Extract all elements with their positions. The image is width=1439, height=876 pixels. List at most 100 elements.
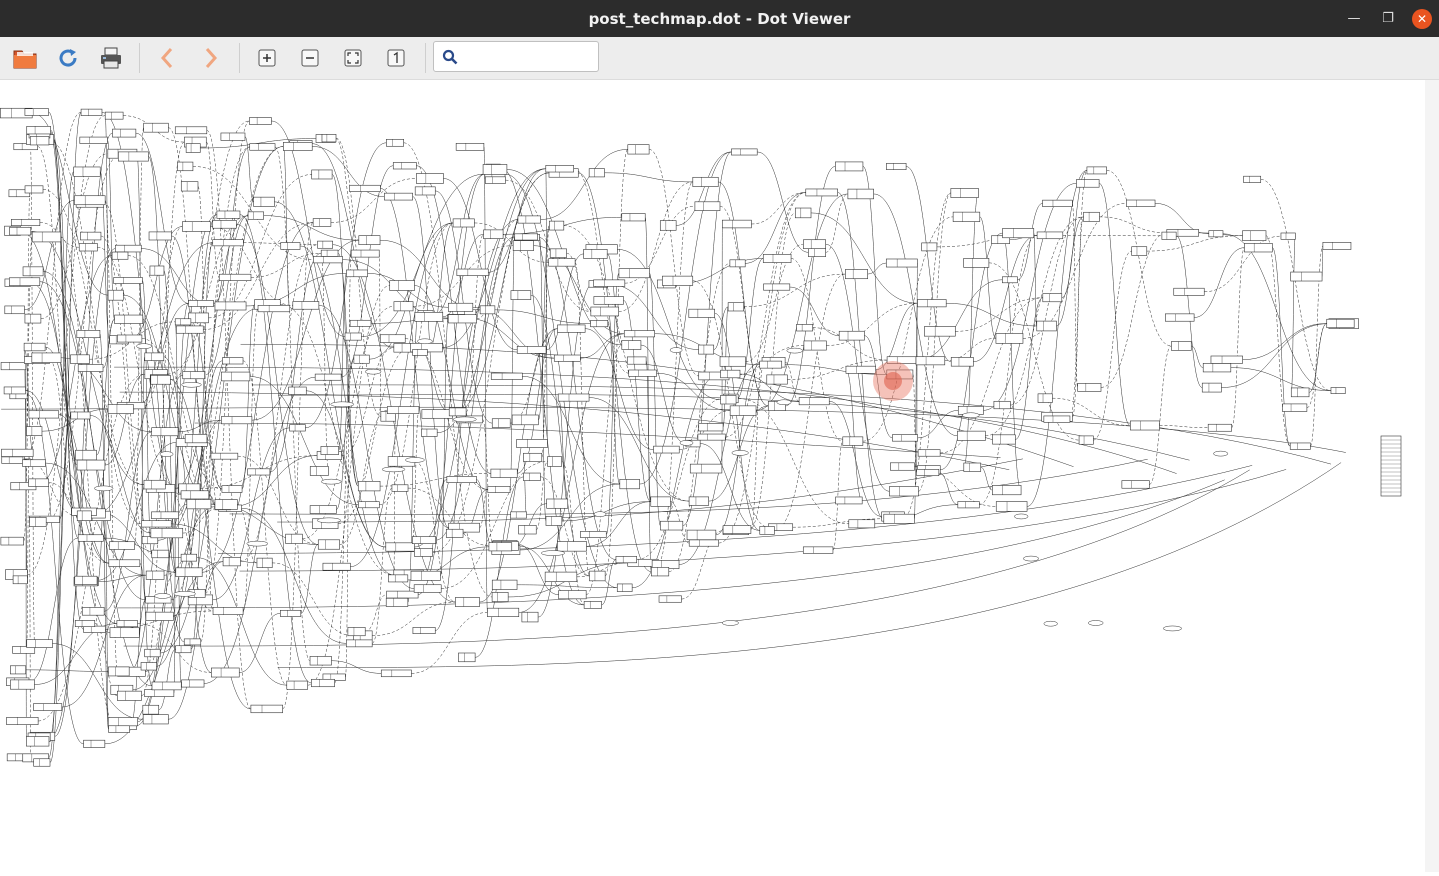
graph-node[interactable] — [257, 558, 272, 568]
graph-node[interactable] — [890, 463, 914, 470]
graph-node[interactable] — [380, 335, 405, 343]
graph-node[interactable] — [80, 232, 101, 240]
graph-node[interactable] — [803, 240, 825, 249]
graph-node[interactable] — [82, 607, 104, 615]
graph-node[interactable] — [557, 542, 586, 552]
graph-node[interactable] — [346, 640, 372, 647]
graph-node[interactable] — [763, 254, 791, 262]
graph-node[interactable] — [323, 563, 350, 570]
graph-node[interactable] — [951, 357, 973, 366]
graph-wire-node[interactable] — [1163, 626, 1181, 631]
graph-node[interactable] — [117, 620, 138, 626]
graph-node[interactable] — [189, 300, 214, 306]
graph-node[interactable] — [699, 423, 723, 431]
print-button[interactable] — [96, 43, 126, 73]
graph-wire-node[interactable] — [670, 348, 682, 353]
minimize-button[interactable]: — — [1337, 0, 1371, 37]
graph-node[interactable] — [222, 358, 243, 364]
graph-node[interactable] — [491, 373, 522, 379]
graph-node[interactable] — [248, 212, 264, 219]
graph-node[interactable] — [289, 387, 307, 394]
graph-node[interactable] — [388, 575, 407, 582]
graph-node[interactable] — [958, 502, 979, 508]
graph-node[interactable] — [213, 607, 243, 614]
graph-node[interactable] — [584, 249, 608, 258]
graph-node[interactable] — [517, 346, 546, 353]
graph-node[interactable] — [414, 549, 432, 557]
back-button[interactable] — [152, 43, 182, 73]
graph-node[interactable] — [446, 529, 463, 537]
graph-node[interactable] — [29, 411, 59, 418]
graph-wire-node[interactable] — [321, 479, 341, 484]
graph-wire-node[interactable] — [174, 591, 196, 596]
graph-node[interactable] — [767, 375, 788, 384]
graph-node[interactable] — [723, 526, 751, 534]
search-field[interactable] — [433, 41, 599, 72]
reload-button[interactable] — [53, 43, 83, 73]
graph-node[interactable] — [143, 715, 168, 724]
graph-node[interactable] — [492, 580, 517, 589]
graph-node[interactable] — [886, 163, 906, 169]
graph-node[interactable] — [109, 560, 140, 567]
graph-node[interactable] — [78, 364, 103, 371]
graph-node[interactable] — [799, 398, 829, 405]
graph-node[interactable] — [1130, 421, 1159, 430]
graph-wire-node[interactable] — [787, 348, 803, 353]
graph-node[interactable] — [144, 123, 169, 132]
graph-node[interactable] — [886, 259, 917, 267]
graph-node[interactable] — [1208, 424, 1231, 431]
graph-node[interactable] — [591, 307, 619, 316]
graph-wire-node[interactable] — [1213, 451, 1227, 456]
graph-node[interactable] — [145, 353, 164, 361]
graph-node[interactable] — [10, 227, 31, 235]
graph-node[interactable] — [77, 511, 91, 521]
graph-node[interactable] — [515, 234, 538, 240]
graph-node[interactable] — [1126, 200, 1155, 207]
graph-node[interactable] — [1044, 416, 1070, 422]
graph-wire-node[interactable] — [160, 452, 173, 457]
graph-node[interactable] — [617, 584, 632, 592]
graph-wire-node[interactable] — [722, 620, 738, 625]
graph-node[interactable] — [254, 197, 275, 206]
graph-node[interactable] — [71, 355, 90, 364]
graph-node[interactable] — [188, 313, 208, 323]
graph-wire-node[interactable] — [1088, 620, 1103, 625]
graph-node[interactable] — [25, 186, 43, 193]
graph-node[interactable] — [892, 435, 917, 442]
graph-node[interactable] — [806, 189, 838, 196]
graph-node[interactable] — [1132, 247, 1147, 256]
graph-node[interactable] — [215, 500, 237, 510]
graph-node[interactable] — [79, 243, 97, 251]
graph-wire-node[interactable] — [136, 344, 151, 349]
graph-node[interactable] — [835, 162, 863, 171]
graph-node[interactable] — [112, 252, 128, 259]
graph-wire-node[interactable] — [382, 467, 405, 472]
graph-node[interactable] — [488, 486, 510, 492]
graph-node[interactable] — [181, 491, 209, 499]
graph-node[interactable] — [559, 591, 587, 599]
graph-node[interactable] — [311, 679, 334, 686]
graph-node[interactable] — [492, 419, 510, 428]
graph-node[interactable] — [321, 446, 339, 454]
graph-node[interactable] — [2, 457, 23, 464]
graph-node[interactable] — [175, 127, 207, 134]
graph-node[interactable] — [457, 269, 488, 276]
graph-node[interactable] — [152, 682, 181, 690]
graph-node[interactable] — [310, 506, 336, 514]
graph-node[interactable] — [310, 656, 331, 665]
graph-node[interactable] — [662, 276, 692, 285]
graph-node[interactable] — [350, 185, 381, 191]
graph-node[interactable] — [175, 319, 191, 325]
graph-node[interactable] — [1037, 232, 1063, 239]
graph-node[interactable] — [358, 502, 379, 508]
graph-node[interactable] — [916, 357, 945, 365]
graph-node[interactable] — [24, 343, 45, 351]
graph-wire-node[interactable] — [405, 457, 424, 462]
graph-node[interactable] — [108, 404, 133, 413]
graph-wire-node[interactable] — [182, 382, 202, 387]
zoom-fit-button[interactable] — [338, 43, 368, 73]
graph-node[interactable] — [622, 214, 645, 221]
graph-node[interactable] — [411, 571, 441, 580]
graph-node[interactable] — [512, 415, 538, 425]
graph-node[interactable] — [580, 531, 606, 537]
